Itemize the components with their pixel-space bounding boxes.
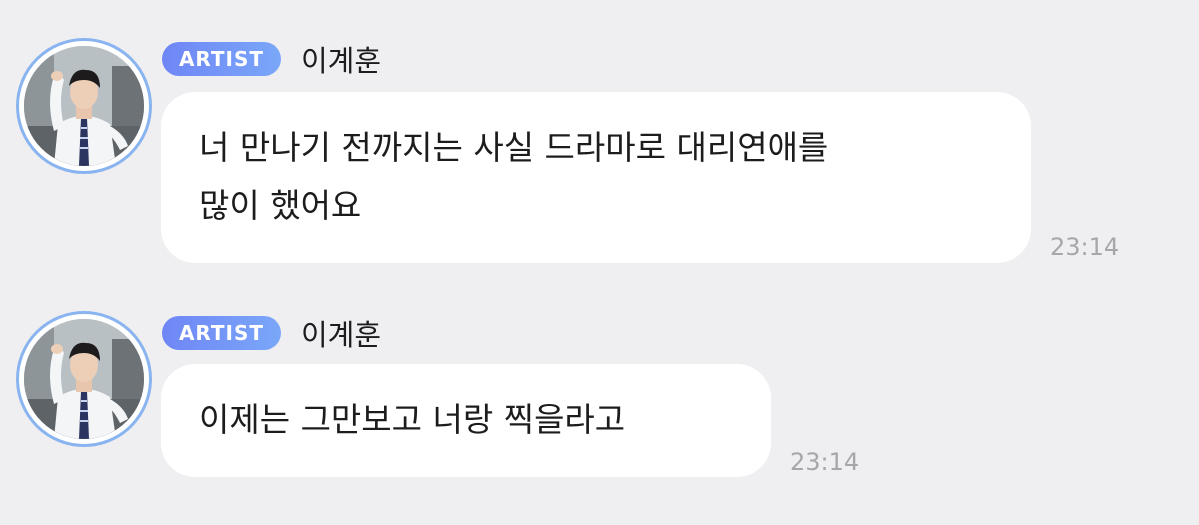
message-text-line: 많이 했어요 (199, 186, 362, 225)
message-timestamp: 23:14 (1050, 233, 1120, 261)
message-text-line: 이제는 그만보고 너랑 찍을라고 (199, 400, 626, 439)
avatar-photo-image (24, 46, 144, 166)
sender-name[interactable]: 이계훈 (301, 38, 381, 80)
artist-badge: ARTIST (162, 316, 281, 350)
avatar-photo (24, 319, 144, 439)
avatar-photo-image (24, 319, 144, 439)
message-bubble[interactable]: 너 만나기 전까지는 사실 드라마로 대리연애를 많이 했어요 (161, 92, 1031, 263)
sender-row: ARTIST 이계훈 (162, 38, 381, 80)
chat-view: ARTIST 이계훈 너 만나기 전까지는 사실 드라마로 대리연애를 많이 했… (0, 0, 1199, 525)
sender-avatar[interactable] (16, 311, 152, 447)
message-timestamp: 23:14 (790, 448, 860, 476)
artist-badge: ARTIST (162, 42, 281, 76)
sender-avatar[interactable] (16, 38, 152, 174)
avatar-photo (24, 46, 144, 166)
message-bubble[interactable]: 이제는 그만보고 너랑 찍을라고 (161, 364, 771, 477)
message-text-line: 너 만나기 전까지는 사실 드라마로 대리연애를 (199, 128, 829, 167)
sender-row: ARTIST 이계훈 (162, 312, 381, 354)
sender-name[interactable]: 이계훈 (301, 312, 381, 354)
